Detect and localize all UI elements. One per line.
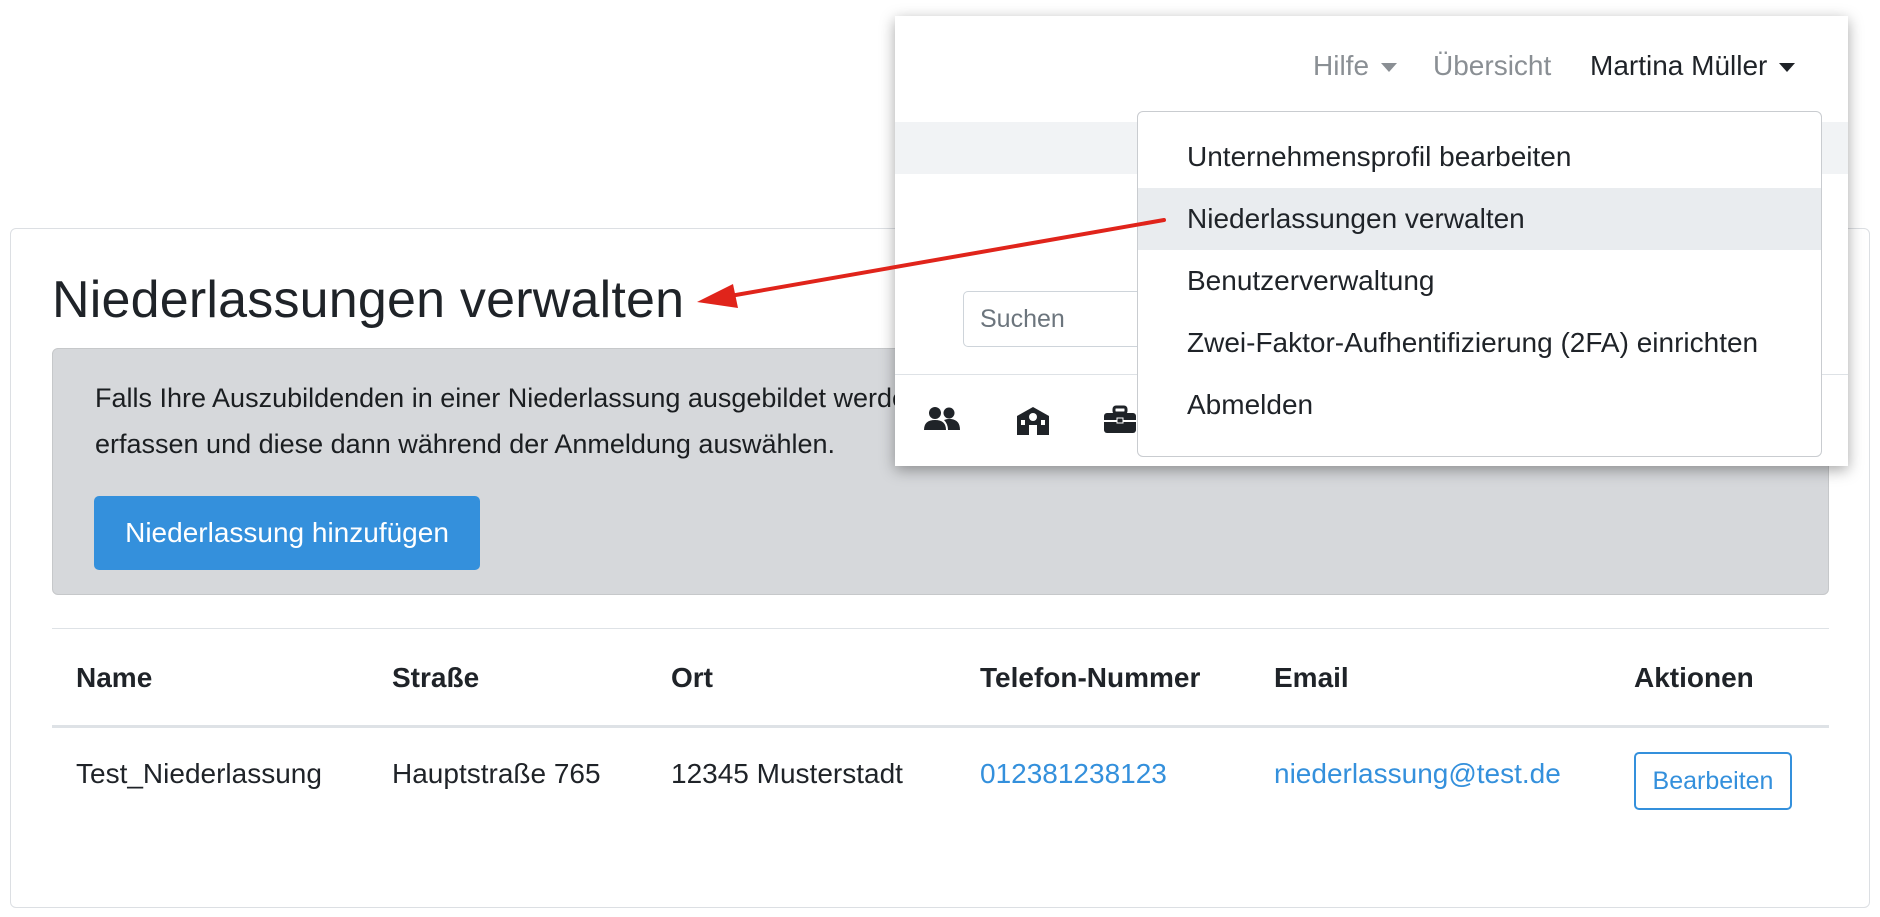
page-title: Niederlassungen verwalten [52, 271, 685, 329]
info-text-line-2: erfassen und diese dann während der Anme… [95, 429, 836, 459]
cell-name: Test_Niederlassung [76, 758, 322, 789]
navbar-dropdown-overlay: Hilfe Übersicht Martina Müller Suchen Un… [895, 16, 1848, 466]
caret-down-icon [1779, 63, 1796, 73]
column-header-email: Email [1274, 662, 1349, 693]
menu-item-branches[interactable]: Niederlassungen verwalten [1138, 188, 1821, 250]
school-icon[interactable] [1013, 405, 1053, 442]
menu-item-user-management[interactable]: Benutzerverwaltung [1138, 250, 1821, 312]
caret-down-icon [1381, 63, 1398, 73]
briefcase-icon[interactable] [1103, 405, 1137, 440]
nav-help-dropdown[interactable]: Hilfe [1313, 50, 1398, 82]
info-text: Falls Ihre Auszubildenden in einer Niede… [95, 375, 975, 467]
users-icon[interactable] [923, 405, 961, 440]
add-branch-button[interactable]: Niederlassung hinzufügen [94, 496, 480, 570]
column-header-actions: Aktionen [1634, 662, 1754, 693]
menu-item-logout[interactable]: Abmelden [1138, 374, 1821, 436]
navbar: Hilfe Übersicht Martina Müller [895, 16, 1848, 122]
nav-overview-link[interactable]: Übersicht [1433, 50, 1551, 82]
divider [52, 628, 1829, 629]
column-header-city: Ort [671, 662, 713, 693]
cell-street: Hauptstraße 765 [392, 758, 601, 789]
menu-item-2fa[interactable]: Zwei-Faktor-Aufhentifizierung (2FA) einr… [1138, 312, 1821, 374]
nav-user-label: Martina Müller [1590, 50, 1768, 81]
nav-user-dropdown[interactable]: Martina Müller [1590, 50, 1796, 82]
info-text-line-1: Falls Ihre Auszubildenden in einer Niede… [95, 383, 923, 413]
user-dropdown-menu: Unternehmensprofil bearbeiten Niederlass… [1137, 111, 1822, 457]
column-header-street: Straße [392, 662, 480, 693]
nav-help-label: Hilfe [1313, 50, 1370, 81]
cell-email-link[interactable]: niederlassung@test.de [1274, 758, 1561, 790]
cell-phone-link[interactable]: 012381238123 [980, 758, 1167, 790]
column-header-name: Name [76, 662, 153, 693]
cell-city: 12345 Musterstadt [671, 758, 903, 789]
table-header-divider [52, 725, 1829, 728]
edit-button[interactable]: Bearbeiten [1634, 752, 1792, 810]
menu-item-company-profile[interactable]: Unternehmensprofil bearbeiten [1138, 126, 1821, 188]
column-header-phone: Telefon-Nummer [980, 662, 1201, 693]
